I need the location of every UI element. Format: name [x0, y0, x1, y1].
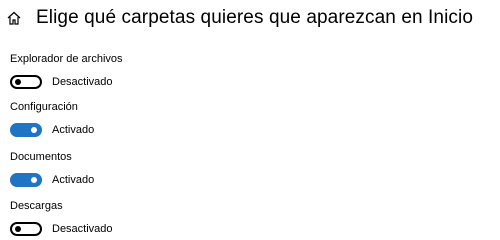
toggle-state-label: Desactivado [52, 76, 113, 88]
setting-descargas: Descargas Desactivado [10, 199, 113, 237]
setting-label: Explorador de archivos [10, 53, 123, 65]
toggle-knob [31, 177, 37, 183]
setting-label: Configuración [10, 101, 78, 113]
home-icon[interactable] [6, 10, 22, 26]
toggle-state-label: Activado [52, 124, 95, 136]
settings-page: Elige qué carpetas quieres que aparezcan… [0, 0, 500, 240]
toggle-knob [15, 226, 21, 232]
toggle-switch-descargas[interactable] [10, 222, 42, 236]
toggle-knob [15, 79, 21, 85]
toggle-state-label: Desactivado [52, 223, 113, 235]
toggle-switch-configuracion[interactable] [10, 123, 42, 137]
page-title: Elige qué carpetas quieres que aparezcan… [36, 7, 474, 28]
setting-configuracion: Configuración Activado [10, 100, 94, 138]
setting-explorador: Explorador de archivos Desactivado [10, 52, 123, 90]
page-header: Elige qué carpetas quieres que aparezcan… [6, 4, 473, 32]
toggle-knob [31, 127, 37, 133]
toggle-switch-explorador[interactable] [10, 75, 42, 89]
toggle-state-label: Activado [52, 174, 95, 186]
setting-label: Descargas [10, 200, 63, 212]
toggle-row: Desactivado [10, 221, 113, 237]
setting-label: Documentos [10, 151, 72, 163]
setting-documentos: Documentos Activado [10, 150, 94, 188]
toggle-switch-documentos[interactable] [10, 173, 42, 187]
toggle-row: Activado [10, 172, 94, 188]
toggle-row: Desactivado [10, 74, 123, 90]
toggle-row: Activado [10, 122, 94, 138]
